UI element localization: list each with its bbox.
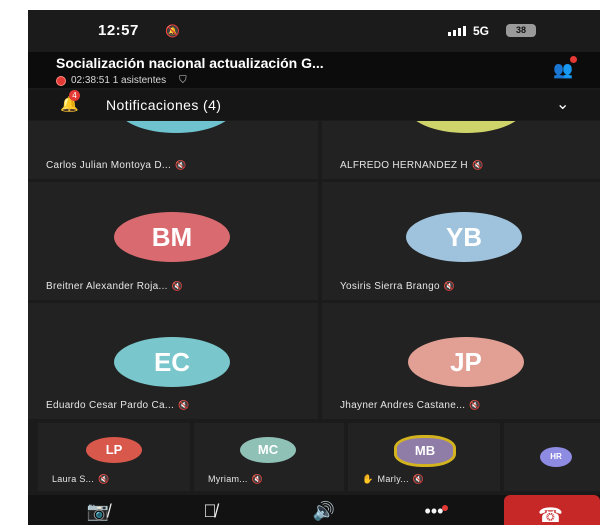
participant-tile[interactable]: YB Yosiris Sierra Brango 🔇	[322, 182, 600, 300]
mic-off-icon: 🎙̸	[203, 501, 217, 521]
participant-avatar: YB	[406, 212, 522, 262]
network-type: 5G	[473, 24, 490, 38]
more-badge	[442, 505, 448, 511]
phone-hangup-icon: ☎	[538, 505, 563, 525]
participant-tile[interactable]: Carlos Julian Montoya D... 🔇	[28, 121, 318, 179]
participant-avatar: MC	[240, 437, 296, 463]
teams-call-screen: 12:57 🔕 5G 38 Socialización nacional act…	[28, 10, 600, 525]
notification-bell-icon: 🔔 4	[60, 90, 80, 113]
participant-tile-small[interactable]: MB ✋ Marly... 🔇	[348, 423, 500, 491]
more-button[interactable]: •••	[414, 501, 454, 522]
notifications-bar[interactable]: 🔔 4 Notificaciones (4) ⌄	[28, 90, 600, 120]
participant-avatar: BM	[114, 212, 230, 262]
mic-off-icon: 🔇	[412, 474, 425, 484]
mic-off-icon: 🔇	[98, 474, 110, 484]
meeting-title: Socialización nacional actualización G..…	[56, 55, 324, 71]
participant-name: Jhayner Andres Castane... 🔇	[340, 400, 481, 411]
participant-name: ALFREDO HERNANDEZ H 🔇	[340, 160, 484, 171]
participant-avatar	[408, 121, 524, 133]
participant-tile[interactable]: EC Eduardo Cesar Pardo Ca... 🔇	[28, 303, 318, 419]
mic-off-icon: 🔇	[178, 400, 190, 410]
status-bar: 12:57 🔕 5G 38	[28, 10, 600, 52]
camera-off-icon: 📷̸	[86, 501, 110, 521]
participants-badge	[569, 56, 577, 63]
mic-off-icon: 🔇	[175, 160, 187, 170]
chevron-down-icon[interactable]: ⌄	[556, 94, 569, 114]
recording-info: 02:38:51 1 asistentes ⛉	[56, 75, 187, 86]
battery-icon: 38	[506, 24, 536, 37]
mute-button[interactable]: 🎙̸	[190, 501, 230, 522]
hangup-button[interactable]: ☎	[504, 495, 600, 525]
camera-off-button[interactable]: 📷̸	[78, 501, 118, 522]
participant-avatar: JP	[408, 337, 524, 387]
participant-name: Eduardo Cesar Pardo Ca... 🔇	[46, 400, 190, 411]
participant-tile-small[interactable]: LP Laura S... 🔇	[38, 423, 190, 491]
participant-name: Carlos Julian Montoya D... 🔇	[46, 160, 187, 171]
participant-name: Breitner Alexander Roja... 🔇	[46, 281, 184, 292]
participant-tile[interactable]: ALFREDO HERNANDEZ H 🔇	[322, 121, 600, 179]
mic-off-icon: 🔇	[171, 281, 184, 291]
mic-off-icon: 🔇	[251, 474, 264, 484]
more-icon: •••	[424, 501, 444, 521]
recording-dot-icon	[56, 75, 66, 86]
participant-avatar: EC	[114, 337, 230, 387]
signal-icon	[448, 26, 466, 36]
mic-off-icon: 🔇	[443, 281, 456, 291]
status-time: 12:57	[98, 22, 139, 39]
meeting-header[interactable]: Socialización nacional actualización G..…	[28, 52, 600, 88]
participant-name: ✋ Marly... 🔇	[362, 474, 425, 484]
participant-tile[interactable]: JP Jhayner Andres Castane... 🔇	[322, 303, 600, 419]
participant-tile-small[interactable]: HR	[504, 423, 600, 491]
call-toolbar: 📷̸ 🎙̸ 🔊 ••• ☎	[28, 495, 600, 525]
people-icon: 👥	[553, 62, 573, 79]
recording-timer: 02:38:51 1 asistentes	[71, 75, 167, 86]
participant-tile-small[interactable]: MC Myriam... 🔇	[194, 423, 344, 491]
speaker-icon: 🔊	[312, 501, 336, 521]
participant-name: Myriam... 🔇	[208, 474, 264, 484]
notifications-label: Notificaciones (4)	[106, 97, 222, 113]
participants-button[interactable]: 👥	[553, 56, 577, 80]
notification-count-badge: 4	[69, 90, 80, 101]
participant-name: Yosiris Sierra Brango 🔇	[340, 281, 456, 292]
participant-name: Laura S... 🔇	[52, 474, 110, 484]
shield-icon: ⛉	[179, 75, 187, 86]
mic-off-icon: 🔇	[471, 160, 484, 170]
speaker-button[interactable]: 🔊	[304, 501, 344, 522]
silent-bell-icon: 🔕	[165, 24, 180, 38]
participant-avatar: LP	[86, 437, 142, 463]
participant-avatar: MB	[394, 435, 456, 467]
participant-avatar: HR	[540, 447, 572, 467]
participant-tile[interactable]: BM Breitner Alexander Roja... 🔇	[28, 182, 318, 300]
hand-raised-icon: ✋	[362, 474, 374, 484]
mic-off-icon: 🔇	[469, 400, 481, 410]
participant-avatar	[118, 121, 234, 133]
